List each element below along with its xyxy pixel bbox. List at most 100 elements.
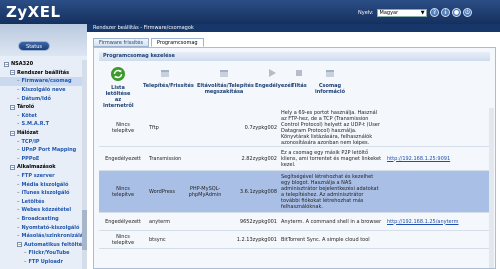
tree-connector-icon: –: [24, 250, 27, 257]
refresh-icon: [111, 67, 125, 81]
requires-cell: PHP-MySQL- phpMyAdmin: [188, 185, 222, 198]
language-dropdown[interactable]: Magyar ▼: [376, 9, 427, 17]
sidebar-item[interactable]: – UPnP Port Mapping: [0, 146, 87, 155]
collapse-toggle-icon[interactable]: −: [10, 130, 15, 136]
disable-button[interactable]: Tiltás: [289, 67, 309, 89]
sidebar-item[interactable]: – Másolás/szinkronizálás: [0, 232, 87, 241]
collapse-toggle-icon[interactable]: −: [10, 104, 15, 110]
sidebar-item-label: Rendszer beállítás: [17, 69, 70, 76]
description-cell: Segítségével létrehozhat és kezelhet egy…: [281, 173, 379, 210]
description-cell: Anyterm. A command shell in a browser: [281, 218, 382, 225]
tree-connector-icon: –: [17, 95, 20, 102]
package-info-button[interactable]: Csomag információ: [315, 67, 345, 95]
sidebar-item[interactable]: – FTP Uploadr: [0, 258, 87, 267]
sidebar-item-label: Alkalmazások: [17, 164, 56, 171]
link-cell: http://192.168.1.25/anyterm: [385, 213, 492, 230]
table-row[interactable]: Nincs telepítve Tftp 0.7zypkg002 Hely a …: [99, 109, 492, 147]
tab-bar: Firmware frissítés Programcsomag: [93, 38, 204, 47]
sidebar-item[interactable]: − NSA320: [0, 60, 87, 69]
enable-label: Engedélyezés: [255, 83, 294, 89]
sidebar-item[interactable]: – Nyomtató-kiszolgáló: [0, 223, 87, 232]
name-cell: Tftp: [149, 124, 159, 131]
sidebar-item-label: FTP Uploadr: [28, 258, 63, 265]
sidebar-item[interactable]: – Broadcasting: [0, 215, 87, 224]
tree-connector-icon: –: [17, 147, 20, 154]
sidebar-item-label: iTunes kiszolgáló: [21, 190, 70, 197]
sidebar-item[interactable]: – Letöltés: [0, 198, 87, 207]
logout-icon[interactable]: ⏻: [463, 8, 472, 17]
package-toolbar: Lista letöltése az Internetről Telepítés…: [99, 61, 490, 109]
tree-connector-icon: –: [24, 258, 27, 265]
sidebar-item[interactable]: – Flickr/YouTube: [0, 249, 87, 258]
name-cell: WordPress: [149, 188, 176, 195]
sidebar-item[interactable]: − Hálózat: [0, 129, 87, 138]
status-cell: Nincs telepítve: [111, 121, 135, 134]
chevron-down-icon: ▼: [420, 10, 425, 16]
remove-cancel-label: Eltávolítás/Telepítés megszakítása: [197, 83, 254, 95]
language-selector: Nyelv: Magyar ▼: [358, 9, 427, 17]
enable-button[interactable]: Engedélyezés: [255, 67, 294, 89]
install-icon: [161, 70, 169, 77]
table-row-selected[interactable]: Nincs telepítve WordPress PHP-MySQL- php…: [99, 171, 492, 213]
install-update-button[interactable]: Telepítés/Frissítés: [143, 67, 194, 89]
sidebar-item[interactable]: − Alkalmazások: [0, 163, 87, 172]
zyxel-logo: ZyXEL: [6, 3, 61, 21]
sidebar-item[interactable]: – Kiszolgáló neve: [0, 86, 87, 95]
status-button[interactable]: Status: [18, 41, 50, 51]
tree-connector-icon: –: [17, 190, 20, 197]
sidebar-item[interactable]: – PPPoE: [0, 155, 87, 164]
tree-connector-icon: –: [17, 173, 20, 180]
version-cell: 3.6.1zypkg008: [239, 188, 277, 195]
collapse-toggle-icon[interactable]: −: [17, 242, 22, 248]
table-scrollbar[interactable]: [489, 108, 494, 268]
table-row[interactable]: Nincs telepítve btsync 1.2.13zypkg001 Bi…: [99, 231, 492, 249]
collapse-toggle-icon[interactable]: −: [10, 70, 15, 76]
tree-connector-icon: –: [17, 138, 20, 145]
sidebar-item[interactable]: − Tároló: [0, 103, 87, 112]
sidebar-item[interactable]: – FTP szerver: [0, 172, 87, 181]
sidebar-item[interactable]: – S.M.A.R.T: [0, 120, 87, 129]
header-icons: ? i ● ⏻: [430, 8, 472, 17]
version-cell: 2.82zypkg002: [241, 155, 277, 162]
table-row[interactable]: Engedélyezett anyterm 9652zypkg001 Anyte…: [99, 213, 492, 231]
description-cell: Hely a 69-es portot használja. Használ a…: [281, 109, 380, 146]
sidebar-item[interactable]: – Média kiszolgáló: [0, 180, 87, 189]
name-cell: btsync: [149, 236, 166, 243]
user-icon[interactable]: ●: [452, 8, 461, 17]
sidebar-item[interactable]: – Firmware/csomag: [0, 77, 87, 86]
language-value: Magyar: [379, 10, 399, 16]
sidebar-item-label: Webes közzététel: [21, 207, 72, 214]
sidebar-item[interactable]: – Kötet: [0, 112, 87, 121]
tree-connector-icon: –: [17, 112, 20, 119]
sidebar-item[interactable]: – Webes közzététel: [0, 206, 87, 215]
sidebar-item[interactable]: – TCP/IP: [0, 137, 87, 146]
sidebar-item[interactable]: − Automatikus feltöltés: [0, 240, 87, 249]
sidebar-item[interactable]: – iTunes kiszolgáló: [0, 189, 87, 198]
remove-cancel-button[interactable]: Eltávolítás/Telepítés megszakítása: [197, 67, 254, 95]
package-link[interactable]: http://192.168.1.25:9091: [387, 156, 450, 162]
status-cell: Engedélyezett: [105, 218, 141, 225]
requires-cell: [187, 231, 223, 248]
sidebar-item-label: Kiszolgáló neve: [21, 87, 66, 94]
language-label: Nyelv:: [358, 10, 374, 16]
sidebar-header: Status: [0, 24, 87, 56]
table-row[interactable]: Engedélyezett Transmission 2.82zypkg002 …: [99, 147, 492, 171]
sidebar-item[interactable]: – Dátum/Idő: [0, 94, 87, 103]
sidebar-item-label: S.M.A.R.T: [21, 121, 50, 128]
info-icon[interactable]: i: [441, 8, 450, 17]
sidebar-item[interactable]: − Rendszer beállítás: [0, 69, 87, 78]
tab-firmware-update[interactable]: Firmware frissítés: [93, 38, 149, 47]
sidebar-tree: − NSA320− Rendszer beállítás – Firmware/csom…: [0, 56, 87, 266]
breadcrumb: Rendszer beállítás - Firmware/csomagok: [87, 24, 500, 32]
collapse-toggle-icon[interactable]: −: [10, 164, 15, 170]
tab-package[interactable]: Programcsomag: [150, 38, 204, 47]
sidebar-item-label: Kötet: [21, 112, 37, 119]
link-cell: http://192.168.1.25:9091: [385, 147, 492, 170]
enable-icon: [269, 69, 276, 77]
package-link[interactable]: http://192.168.1.25/anyterm: [387, 219, 458, 225]
retrieve-list-button[interactable]: Lista letöltése az Internetről: [103, 67, 134, 109]
collapse-toggle-icon[interactable]: −: [4, 61, 9, 67]
link-cell: [385, 231, 492, 248]
disable-icon: [296, 70, 302, 76]
help-icon[interactable]: ?: [430, 8, 439, 17]
